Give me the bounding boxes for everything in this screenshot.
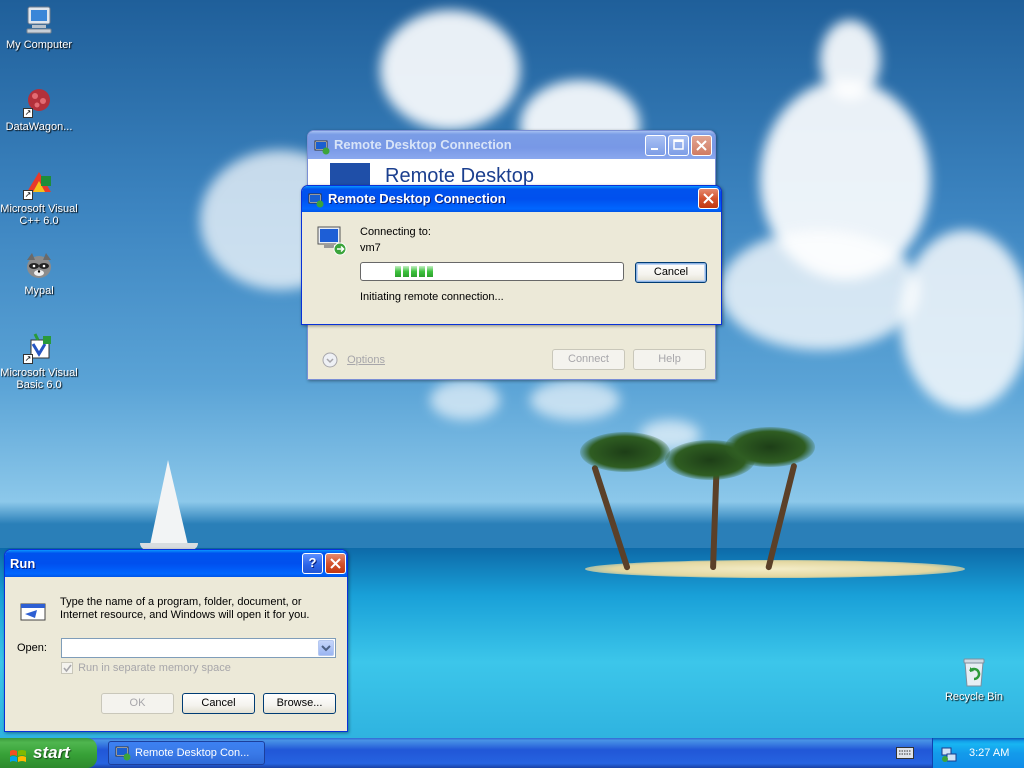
- datawagon-icon: ↗: [23, 86, 55, 118]
- rdc-main-title: Remote Desktop Connection: [334, 137, 512, 152]
- start-label: start: [33, 743, 70, 762]
- cancel-connection-button[interactable]: Cancel: [635, 262, 707, 283]
- close-button[interactable]: [691, 135, 712, 156]
- rdc-main-titlebar[interactable]: Remote Desktop Connection: [308, 131, 715, 159]
- minimize-icon: [651, 148, 658, 150]
- windows-logo-icon: [9, 745, 27, 762]
- close-button[interactable]: [325, 553, 346, 574]
- rdc-app-icon: [314, 137, 330, 155]
- desktop-icon-visual-cpp[interactable]: ↗ Microsoft Visual C++ 6.0: [0, 168, 78, 227]
- network-icon[interactable]: [941, 745, 957, 762]
- run-title: Run: [10, 556, 36, 571]
- system-tray: 3:27 AM: [932, 738, 1024, 768]
- raccoon-icon: [23, 250, 55, 282]
- desktop-icon-datawagon[interactable]: ↗ DataWagon...: [0, 86, 78, 133]
- desktop-icon-label: My Computer: [5, 39, 73, 51]
- checkmark-icon: [63, 664, 72, 673]
- desktop-icon-mypal[interactable]: Mypal: [0, 250, 78, 297]
- taskbar: start Remote Desktop Con... 3:27 AM: [0, 738, 1024, 768]
- sailboat: [150, 460, 188, 545]
- options-toggle[interactable]: Options: [322, 351, 385, 369]
- island: [585, 560, 965, 578]
- help-button[interactable]: Help: [633, 349, 706, 370]
- desktop-icon-recycle-bin[interactable]: Recycle Bin: [935, 656, 1013, 703]
- taskbar-button-remote-desktop[interactable]: Remote Desktop Con...: [108, 741, 265, 765]
- run-description: Type the name of a program, folder, docu…: [60, 596, 310, 621]
- close-icon: [703, 193, 714, 204]
- visual-basic-icon: ↗: [23, 332, 55, 364]
- connection-status: Initiating remote connection...: [360, 291, 504, 303]
- maximize-icon: [673, 139, 684, 150]
- run-icon: [17, 596, 49, 628]
- desktop-icon-label: DataWagon...: [5, 121, 73, 133]
- desktop-icon-visual-basic[interactable]: ↗ Microsoft Visual Basic 6.0: [0, 332, 78, 391]
- progress-chunks: [395, 266, 433, 280]
- clock[interactable]: 3:27 AM: [969, 738, 1009, 768]
- dropdown-button[interactable]: [318, 640, 334, 656]
- cancel-button[interactable]: Cancel: [182, 693, 255, 714]
- connecting-label: Connecting to:: [360, 226, 431, 238]
- start-button[interactable]: start: [0, 738, 97, 768]
- taskbar-button-label: Remote Desktop Con...: [135, 747, 250, 759]
- help-button[interactable]: ?: [302, 553, 323, 574]
- connection-progress-bar: [360, 262, 624, 281]
- rdc-connecting-dialog: Remote Desktop Connection Connecting to:…: [301, 185, 722, 325]
- run-titlebar[interactable]: Run ?: [5, 550, 347, 577]
- maximize-button[interactable]: [668, 135, 689, 156]
- desktop-icon-label: Mypal: [24, 285, 54, 297]
- keyboard-icon[interactable]: [896, 747, 914, 759]
- recycle-bin-icon: [958, 656, 990, 688]
- close-icon: [696, 140, 707, 151]
- desktop-icon-label: Microsoft Visual Basic 6.0: [0, 367, 78, 391]
- browse-button[interactable]: Browse...: [263, 693, 336, 714]
- chevron-down-icon: [321, 645, 331, 652]
- checkbox-box: [61, 662, 73, 675]
- connect-button[interactable]: Connect: [552, 349, 625, 370]
- rdc-app-icon: [308, 191, 324, 208]
- remote-computer-icon: [316, 224, 348, 256]
- ok-button[interactable]: OK: [101, 693, 174, 714]
- desktop-icon-label: Recycle Bin: [944, 691, 1004, 703]
- chevron-down-icon: [322, 352, 338, 368]
- close-icon: [330, 558, 341, 569]
- options-label: Options: [347, 354, 385, 366]
- computer-icon: [23, 4, 55, 36]
- separate-memory-checkbox[interactable]: Run in separate memory space: [61, 662, 231, 675]
- visual-cpp-icon: ↗: [23, 168, 55, 200]
- checkbox-label: Run in separate memory space: [78, 662, 231, 675]
- rdc-app-icon: [115, 745, 131, 761]
- rdc-dialog-titlebar[interactable]: Remote Desktop Connection: [302, 186, 721, 212]
- run-dialog: Run ? Type the name of a program, folder…: [4, 549, 348, 732]
- close-button[interactable]: [698, 188, 719, 209]
- open-label: Open:: [17, 642, 47, 654]
- desktop-icon-my-computer[interactable]: My Computer: [0, 4, 78, 51]
- minimize-button[interactable]: [645, 135, 666, 156]
- rdc-dialog-title: Remote Desktop Connection: [328, 191, 506, 206]
- desktop-icon-label: Microsoft Visual C++ 6.0: [0, 203, 78, 227]
- open-combobox[interactable]: [61, 638, 336, 658]
- open-input[interactable]: [62, 639, 317, 657]
- host-name: vm7: [360, 242, 381, 254]
- rdc-banner: Remote Desktop: [308, 159, 715, 193]
